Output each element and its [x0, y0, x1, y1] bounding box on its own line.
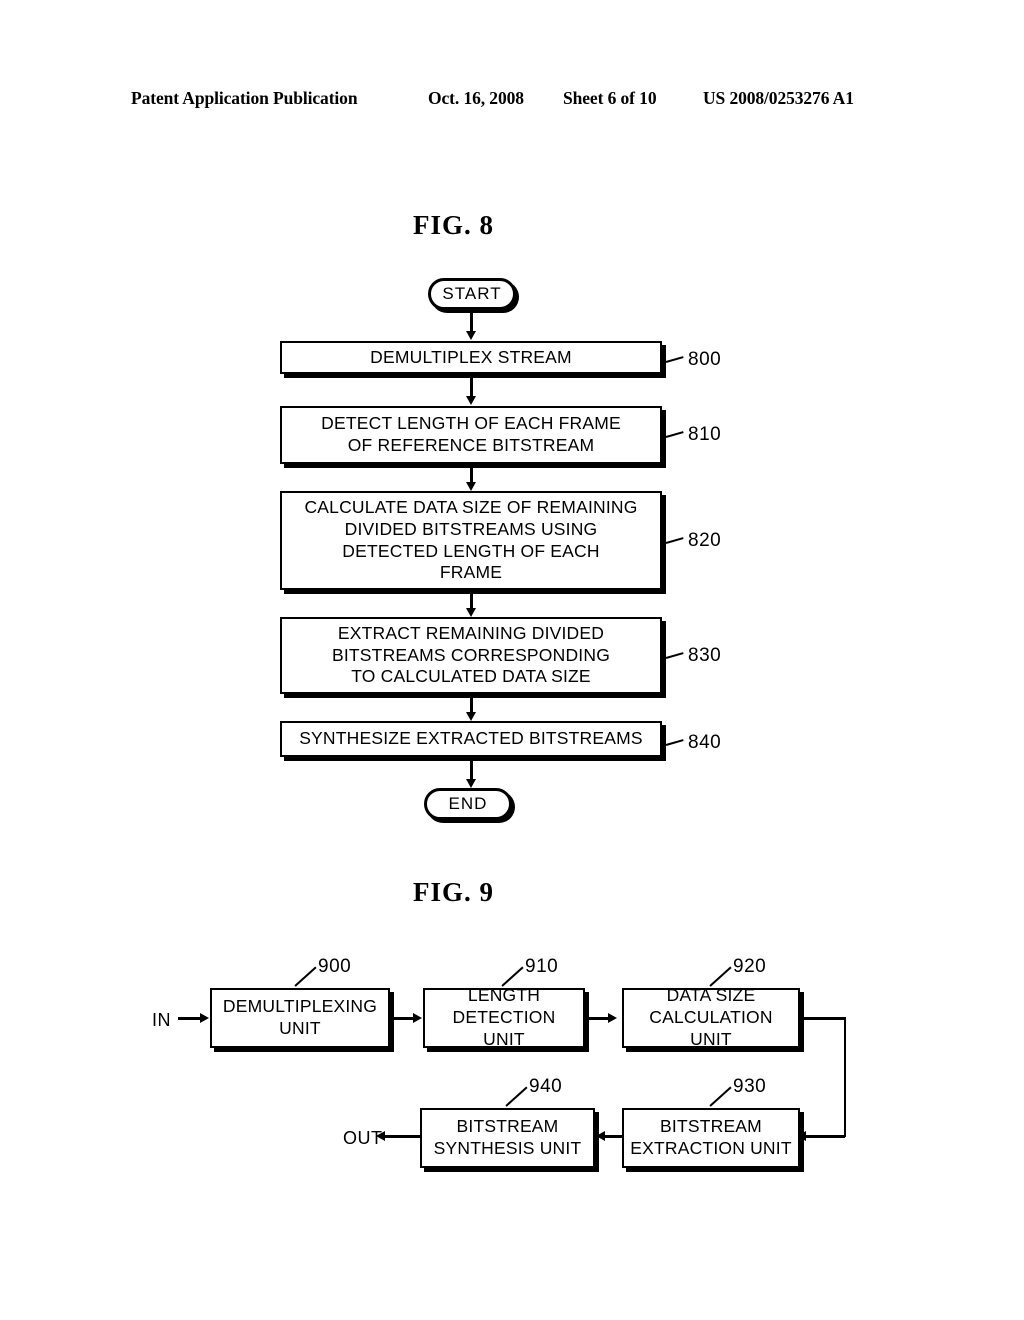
- wire-920-down-to-930: [843, 1017, 846, 1137]
- block-demultiplexing-unit: DEMULTIPLEXING UNIT: [210, 988, 390, 1048]
- reference-numeral-900: 900: [318, 956, 352, 977]
- arrowhead-810-to-820: [465, 482, 476, 491]
- reference-numeral-920: 920: [733, 956, 767, 977]
- flowchart-start-terminator: START: [428, 278, 516, 310]
- header-sheet-text: Sheet 6 of 10: [563, 88, 657, 108]
- block-length-detection-unit: LENGTH DETECTION UNIT: [423, 985, 585, 1049]
- arrowhead-900-to-910: [413, 1013, 422, 1023]
- block-930-label: BITSTREAM EXTRACTION UNIT: [630, 1116, 792, 1158]
- connector-840-to-end: [470, 761, 473, 781]
- leader-line-900: [294, 966, 317, 987]
- block-910-label: LENGTH DETECTION UNIT: [452, 985, 556, 1049]
- block-920-label: DATA SIZE CALCULATION UNIT: [649, 985, 773, 1049]
- arrowhead-800-to-810: [465, 396, 476, 405]
- header-date-text: Oct. 16, 2008: [428, 88, 524, 108]
- connector-start-to-800: [470, 313, 473, 333]
- arrowhead-910-to-920: [608, 1013, 617, 1023]
- leader-line-940: [505, 1086, 528, 1107]
- wire-900-to-910: [394, 1017, 415, 1020]
- flowchart-step-830-label: EXTRACT REMAINING DIVIDED BITSTREAMS COR…: [331, 622, 611, 687]
- leader-line-810: [665, 431, 684, 438]
- header-patent-number: US 2008/0253276 A1: [703, 88, 854, 108]
- reference-numeral-930: 930: [733, 1076, 767, 1097]
- reference-numeral-810: 810: [688, 424, 722, 445]
- connector-800-to-810: [470, 378, 473, 398]
- wire-940-to-out: [384, 1135, 420, 1138]
- arrowhead-start-to-800: [465, 331, 476, 340]
- reference-numeral-830: 830: [688, 645, 722, 666]
- flowchart-step-820-label: CALCULATE DATA SIZE OF REMAINING DIVIDED…: [304, 496, 638, 583]
- flowchart-step-810: DETECT LENGTH OF EACH FRAME OF REFERENCE…: [280, 406, 662, 464]
- wire-930-to-940: [604, 1135, 624, 1138]
- reference-numeral-800: 800: [688, 349, 722, 370]
- figure-8-caption: FIG. 8: [413, 210, 495, 240]
- leader-line-820: [665, 537, 684, 544]
- reference-numeral-910: 910: [525, 956, 559, 977]
- flowchart-start-label: START: [442, 284, 502, 303]
- arrowhead-820-to-830: [465, 608, 476, 617]
- block-data-size-calculation-unit: DATA SIZE CALCULATION UNIT: [622, 985, 800, 1049]
- block-bitstream-extraction-unit: BITSTREAM EXTRACTION UNIT: [622, 1108, 800, 1168]
- figure-9-caption: FIG. 9: [413, 877, 495, 907]
- flowchart-step-800-label: DEMULTIPLEX STREAM: [370, 346, 572, 367]
- block-900-label: DEMULTIPLEXING UNIT: [222, 996, 378, 1038]
- leader-line-840: [665, 739, 684, 746]
- arrowhead-830-to-840: [465, 712, 476, 721]
- flowchart-step-800: DEMULTIPLEX STREAM: [280, 341, 662, 374]
- header-publication-text: Patent Application Publication: [131, 88, 358, 108]
- leader-line-920: [709, 966, 732, 987]
- reference-numeral-940: 940: [529, 1076, 563, 1097]
- flowchart-step-840-label: SYNTHESIZE EXTRACTED BITSTREAMS: [299, 728, 643, 749]
- reference-numeral-840: 840: [688, 732, 722, 753]
- flowchart-step-830: EXTRACT REMAINING DIVIDED BITSTREAMS COR…: [280, 617, 662, 694]
- page-header: Patent Application Publication Oct. 16, …: [131, 88, 893, 112]
- leader-line-930: [709, 1086, 732, 1107]
- arrowhead-840-to-end: [465, 779, 476, 788]
- arrowhead-930-to-940: [596, 1131, 605, 1141]
- leader-line-830: [665, 652, 684, 659]
- block-940-label: BITSTREAM SYNTHESIS UNIT: [433, 1116, 582, 1158]
- flowchart-end-terminator: END: [424, 788, 512, 820]
- leader-line-910: [501, 966, 524, 987]
- flowchart-step-810-label: DETECT LENGTH OF EACH FRAME OF REFERENCE…: [321, 413, 621, 455]
- block-bitstream-synthesis-unit: BITSTREAM SYNTHESIS UNIT: [420, 1108, 595, 1168]
- leader-line-800: [665, 356, 684, 363]
- wire-910-to-920: [589, 1017, 610, 1020]
- wire-in-to-900: [178, 1017, 202, 1020]
- reference-numeral-820: 820: [688, 530, 722, 551]
- input-label-in: IN: [152, 1010, 171, 1030]
- flowchart-step-840: SYNTHESIZE EXTRACTED BITSTREAMS: [280, 721, 662, 757]
- wire-into-930-right: [805, 1135, 845, 1138]
- flowchart-step-820: CALCULATE DATA SIZE OF REMAINING DIVIDED…: [280, 491, 662, 590]
- output-label-out: OUT: [343, 1128, 383, 1148]
- wire-920-out-right: [804, 1017, 846, 1020]
- flowchart-end-label: END: [448, 794, 488, 813]
- arrowhead-in-to-900: [200, 1013, 209, 1023]
